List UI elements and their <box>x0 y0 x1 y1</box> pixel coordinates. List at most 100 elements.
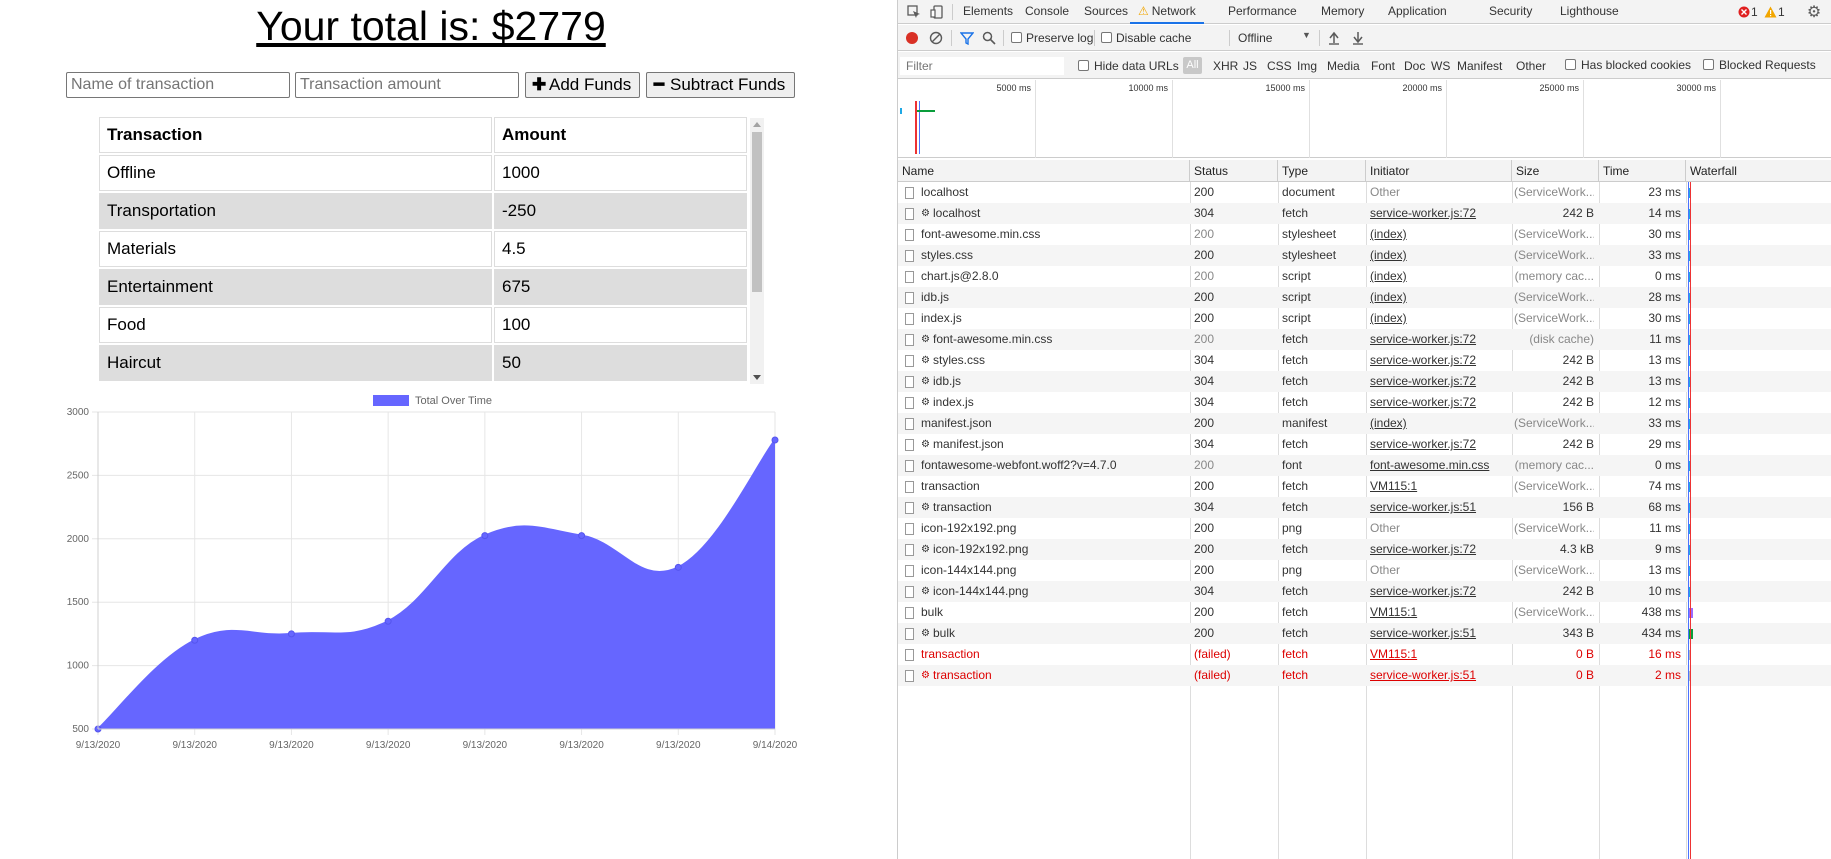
scroll-thumb[interactable] <box>752 132 762 292</box>
request-row[interactable]: ⚙ bulk 200 fetch service-worker.js:51 343 B 43… <box>898 623 1831 644</box>
type-filter-img[interactable]: Img <box>1297 59 1317 73</box>
hide-data-urls-label[interactable]: Hide data URLs <box>1094 59 1179 73</box>
request-row[interactable]: icon-192x192.png 200 png Other (ServiceWork.… <box>898 518 1831 539</box>
request-initiator[interactable]: service-worker.js:51 <box>1370 665 1510 686</box>
subtract-funds-button[interactable]: ━ Subtract Funds <box>646 72 795 98</box>
request-row[interactable]: ⚙ localhost 304 fetch service-worker.js:72 24… <box>898 203 1831 224</box>
request-initiator[interactable]: service-worker.js:72 <box>1370 329 1510 350</box>
filter-input[interactable] <box>900 57 1064 75</box>
type-filter-doc[interactable]: Doc <box>1404 59 1425 73</box>
request-row[interactable]: ⚙ transaction 304 fetch service-worker.js:51… <box>898 497 1831 518</box>
has-blocked-cookies-label[interactable]: Has blocked cookies <box>1581 58 1691 72</box>
request-row[interactable]: chart.js@2.8.0 200 script (index) (memory ca… <box>898 266 1831 287</box>
type-filter-font[interactable]: Font <box>1371 59 1395 73</box>
request-row[interactable]: fontawesome-webfont.woff2?v=4.7.0 200 font… <box>898 455 1831 476</box>
preserve-log-label[interactable]: Preserve log <box>1026 31 1093 45</box>
request-row[interactable]: icon-144x144.png 200 png Other (ServiceWork.… <box>898 560 1831 581</box>
request-initiator[interactable]: VM115:1 <box>1370 644 1510 665</box>
request-row[interactable]: ⚙ idb.js 304 fetch service-worker.js:72 242 B… <box>898 371 1831 392</box>
col-initiator[interactable]: Initiator <box>1366 160 1512 182</box>
record-icon[interactable] <box>904 30 920 46</box>
transaction-amount-input[interactable] <box>295 72 519 98</box>
add-funds-button[interactable]: ✚ Add Funds <box>525 72 640 98</box>
blocked-requests-label[interactable]: Blocked Requests <box>1719 58 1816 72</box>
request-initiator[interactable]: service-worker.js:72 <box>1370 539 1510 560</box>
request-initiator[interactable]: (index) <box>1370 413 1510 434</box>
request-row[interactable]: ⚙ styles.css 304 fetch service-worker.js:72 2… <box>898 350 1831 371</box>
type-filter-ws[interactable]: WS <box>1431 59 1450 73</box>
request-initiator[interactable]: (index) <box>1370 308 1510 329</box>
request-initiator[interactable]: service-worker.js:51 <box>1370 623 1510 644</box>
dropdown-arrow-icon[interactable]: ▼ <box>1302 30 1311 40</box>
type-filter-other[interactable]: Other <box>1516 59 1546 73</box>
request-row[interactable]: bulk 200 fetch VM115:1 (ServiceWork... 438 ms <box>898 602 1831 623</box>
has-blocked-cookies-checkbox[interactable] <box>1565 59 1576 70</box>
type-filter-js[interactable]: JS <box>1243 59 1257 73</box>
request-row[interactable]: ⚙ index.js 304 fetch service-worker.js:72 242… <box>898 392 1831 413</box>
tab-sources[interactable]: Sources <box>1084 0 1128 24</box>
request-initiator[interactable]: VM115:1 <box>1370 602 1510 623</box>
inspect-element-icon[interactable] <box>906 4 922 20</box>
type-filter-all[interactable]: All <box>1183 57 1202 74</box>
disable-cache-label[interactable]: Disable cache <box>1116 31 1191 45</box>
device-toolbar-icon[interactable] <box>929 4 945 20</box>
request-row[interactable]: transaction 200 fetch VM115:1 (ServiceWork..… <box>898 476 1831 497</box>
request-initiator[interactable]: service-worker.js:72 <box>1370 434 1510 455</box>
type-filter-xhr[interactable]: XHR <box>1213 59 1238 73</box>
disable-cache-checkbox[interactable] <box>1101 32 1112 43</box>
request-initiator[interactable]: service-worker.js:72 <box>1370 371 1510 392</box>
request-initiator[interactable]: VM115:1 <box>1370 476 1510 497</box>
type-filter-manifest[interactable]: Manifest <box>1457 59 1502 73</box>
transaction-table-container[interactable]: Transaction Amount Offline 1000 Transporta… <box>97 115 765 383</box>
scroll-up-arrow-icon[interactable] <box>753 122 761 127</box>
tab-network[interactable]: ⚠ Network <box>1130 0 1204 24</box>
blocked-requests-checkbox[interactable] <box>1703 59 1714 70</box>
search-icon[interactable] <box>981 30 997 46</box>
request-row[interactable]: transaction (failed) fetch VM115:1 0 B 16 ms <box>898 644 1831 665</box>
request-row[interactable]: font-awesome.min.css 200 stylesheet (index)… <box>898 224 1831 245</box>
request-row[interactable]: index.js 200 script (index) (ServiceWork... 3… <box>898 308 1831 329</box>
error-count[interactable]: 1 <box>1751 5 1758 19</box>
warning-count[interactable]: 1 <box>1778 5 1785 19</box>
scroll-down-arrow-icon[interactable] <box>753 375 761 380</box>
request-row[interactable]: ⚙ manifest.json 304 fetch service-worker.js:… <box>898 434 1831 455</box>
filter-icon[interactable] <box>959 30 975 46</box>
request-initiator[interactable]: (index) <box>1370 266 1510 287</box>
network-overview-timeline[interactable]: 5000 ms 10000 ms 15000 ms 20000 ms 25000 ms 3… <box>898 80 1831 158</box>
settings-gear-icon[interactable]: ⚙ <box>1805 3 1823 21</box>
tab-application[interactable]: Application <box>1388 0 1447 24</box>
tab-security[interactable]: Security <box>1489 0 1532 24</box>
request-row[interactable]: idb.js 200 script (index) (ServiceWork... 28 … <box>898 287 1831 308</box>
col-time[interactable]: Time <box>1599 160 1686 182</box>
clear-icon[interactable] <box>928 30 944 46</box>
tab-memory[interactable]: Memory <box>1321 0 1364 24</box>
col-waterfall[interactable]: Waterfall <box>1686 160 1831 182</box>
transaction-name-input[interactable] <box>66 72 290 98</box>
tab-lighthouse[interactable]: Lighthouse <box>1560 0 1619 24</box>
tab-elements[interactable]: Elements <box>963 0 1013 24</box>
request-initiator[interactable]: (index) <box>1370 245 1510 266</box>
table-scrollbar[interactable] <box>750 118 764 384</box>
throttle-select[interactable]: Offline <box>1238 31 1272 45</box>
request-row[interactable]: ⚙ font-awesome.min.css 200 fetch service-wor… <box>898 329 1831 350</box>
request-initiator[interactable]: service-worker.js:72 <box>1370 203 1510 224</box>
col-name[interactable]: Name <box>898 160 1190 182</box>
request-initiator[interactable]: (index) <box>1370 287 1510 308</box>
request-initiator[interactable]: service-worker.js:72 <box>1370 581 1510 602</box>
request-row[interactable]: styles.css 200 stylesheet (index) (ServiceWo… <box>898 245 1831 266</box>
type-filter-css[interactable]: CSS <box>1267 59 1292 73</box>
col-size[interactable]: Size <box>1512 160 1599 182</box>
request-row[interactable]: ⚙ icon-192x192.png 200 fetch service-worker.… <box>898 539 1831 560</box>
import-har-icon[interactable] <box>1326 30 1342 46</box>
preserve-log-checkbox[interactable] <box>1011 32 1022 43</box>
request-initiator[interactable]: service-worker.js:72 <box>1370 350 1510 371</box>
tab-performance[interactable]: Performance <box>1228 0 1297 24</box>
request-initiator[interactable]: service-worker.js:72 <box>1370 392 1510 413</box>
request-row[interactable]: manifest.json 200 manifest (index) (ServiceW… <box>898 413 1831 434</box>
request-row[interactable]: ⚙ transaction (failed) fetch service-worker.… <box>898 665 1831 686</box>
request-row[interactable]: localhost 200 document Other (ServiceWork...… <box>898 182 1831 203</box>
col-type[interactable]: Type <box>1278 160 1366 182</box>
warning-icon[interactable] <box>1762 4 1778 20</box>
hide-data-urls-checkbox[interactable] <box>1078 60 1089 71</box>
export-har-icon[interactable] <box>1350 30 1366 46</box>
